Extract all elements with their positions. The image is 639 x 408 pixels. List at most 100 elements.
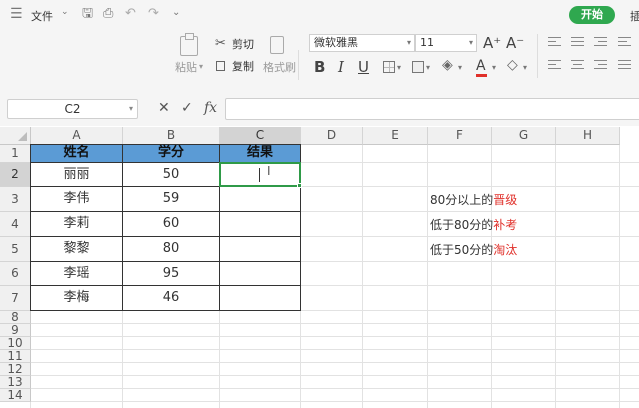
copy-button[interactable]: 复制 [232,60,254,74]
fill-color-icon[interactable]: ◈ [442,58,453,72]
row-header-4[interactable]: 4 [0,212,31,237]
paste-button[interactable]: 粘贴 [175,61,197,75]
file-menu-chevron-icon[interactable]: ⌄ [61,7,69,17]
align-bottom-icon[interactable] [594,37,607,49]
row-header-7[interactable]: 7 [0,286,31,311]
wrap-text-icon[interactable] [618,37,631,49]
paste-icon[interactable] [180,33,198,56]
table-cell[interactable] [219,237,301,262]
table-header-cell[interactable]: 结果 [219,144,301,163]
row-header-6[interactable]: 6 [0,262,31,286]
row-header-3[interactable]: 3 [0,187,31,212]
italic-button[interactable]: I [338,58,344,76]
column-header-g[interactable]: G [492,127,556,145]
cut-button[interactable]: 剪切 [232,38,254,52]
cell-style-icon[interactable] [412,61,424,73]
row-header-1[interactable]: 1 [0,145,31,163]
table-cell[interactable]: 李梅 [30,286,123,311]
rule-note[interactable]: 低于80分的补考 [430,218,517,232]
align-middle-icon[interactable] [571,37,584,49]
table-cell[interactable]: 95 [122,262,220,286]
justify-icon[interactable] [618,60,631,72]
table-cell[interactable] [219,286,301,311]
select-all-triangle-icon [18,132,27,141]
table-cell[interactable]: 李莉 [30,212,123,237]
table-cell[interactable]: 李瑶 [30,262,123,286]
group-divider [298,50,299,80]
table-cell[interactable]: 59 [122,187,220,212]
table-cell[interactable]: 80 [122,237,220,262]
gridline-horizontal [31,349,639,350]
table-header-cell[interactable]: 姓名 [30,144,123,163]
name-box-value: C2 [64,102,81,116]
tab-start[interactable]: 开始 [569,6,615,24]
rule-note-outcome: 晋级 [493,193,518,207]
chevron-down-icon[interactable]: ▾ [523,61,527,75]
undo-icon[interactable]: ↶ [125,6,136,22]
formula-input[interactable] [225,98,639,120]
gridline-horizontal [31,362,639,363]
table-cell[interactable]: 黎黎 [30,237,123,262]
enter-icon[interactable]: ✓ [181,100,193,116]
column-header-f[interactable]: F [428,127,492,145]
column-header-e[interactable]: E [363,127,428,145]
row-header-14[interactable]: 14 [0,389,31,402]
save-icon[interactable]: 🖫 [82,6,93,22]
format-painter-button[interactable]: 格式刷 [263,61,296,75]
column-header-b[interactable]: B [123,127,220,145]
rule-note[interactable]: 80分以上的晋级 [430,193,517,207]
chevron-down-icon[interactable]: ▾ [397,61,401,75]
name-box[interactable]: C2 ▾ [7,99,138,119]
table-header-cell[interactable]: 学分 [122,144,220,163]
table-cell[interactable]: 46 [122,286,220,311]
gridline-horizontal [31,336,639,337]
chevron-down-icon[interactable]: ▾ [129,100,133,118]
row-header-2[interactable]: 2 [0,163,31,187]
insert-function-button[interactable]: fx [204,100,217,116]
underline-button[interactable]: U [358,58,369,76]
table-cell[interactable] [219,262,301,286]
column-header-d[interactable]: D [301,127,363,145]
fill-handle[interactable] [297,183,302,188]
font-name-select[interactable]: 微软雅黑 ▾ [309,34,415,52]
font-color-button[interactable]: A [476,57,487,77]
paste-dropdown-icon[interactable]: ▾ [199,60,203,74]
table-cell[interactable] [219,212,301,237]
column-header-h[interactable]: H [556,127,620,145]
tab-insert[interactable]: 插 [630,8,639,24]
hamburger-menu-icon[interactable]: ☰ [10,6,23,22]
table-cell[interactable]: 丽丽 [30,163,123,187]
active-cell-selection[interactable]: I [219,162,301,187]
copy-icon [216,61,225,71]
font-size-select[interactable]: 11 ▾ [415,34,477,52]
column-header-a[interactable]: A [31,127,123,145]
table-cell[interactable] [219,187,301,212]
border-icon[interactable] [383,61,395,73]
row-header-5[interactable]: 5 [0,237,31,262]
align-top-icon[interactable] [548,37,561,49]
select-all-corner[interactable] [0,127,31,145]
align-center-icon[interactable] [571,60,584,72]
chevron-down-icon[interactable]: ▾ [458,61,462,75]
table-cell[interactable]: 李伟 [30,187,123,212]
chevron-down-icon[interactable]: ▾ [426,61,430,75]
clear-format-icon[interactable]: ◇ [507,58,518,72]
table-cell[interactable]: 60 [122,212,220,237]
cancel-icon[interactable]: ✕ [158,100,170,116]
table-cell[interactable]: 50 [122,163,220,187]
font-color-swatch [476,74,487,77]
rule-note[interactable]: 低于50分的淘汰 [430,243,517,257]
quick-access-dropdown-icon[interactable]: ⌄ [172,5,180,21]
column-header-c[interactable]: C [220,127,301,145]
align-left-icon[interactable] [548,60,561,72]
print-icon[interactable]: ⎙ [103,6,113,22]
format-painter-icon[interactable] [270,36,284,54]
grow-font-button[interactable]: A⁺ [483,34,501,52]
bold-button[interactable]: B [314,58,325,76]
align-right-icon[interactable] [594,60,607,72]
shrink-font-button[interactable]: A⁻ [506,34,524,52]
redo-icon[interactable]: ↷ [148,6,159,22]
gridline-vertical [555,145,556,408]
file-menu[interactable]: 文件 [31,8,53,24]
chevron-down-icon[interactable]: ▾ [492,61,496,75]
